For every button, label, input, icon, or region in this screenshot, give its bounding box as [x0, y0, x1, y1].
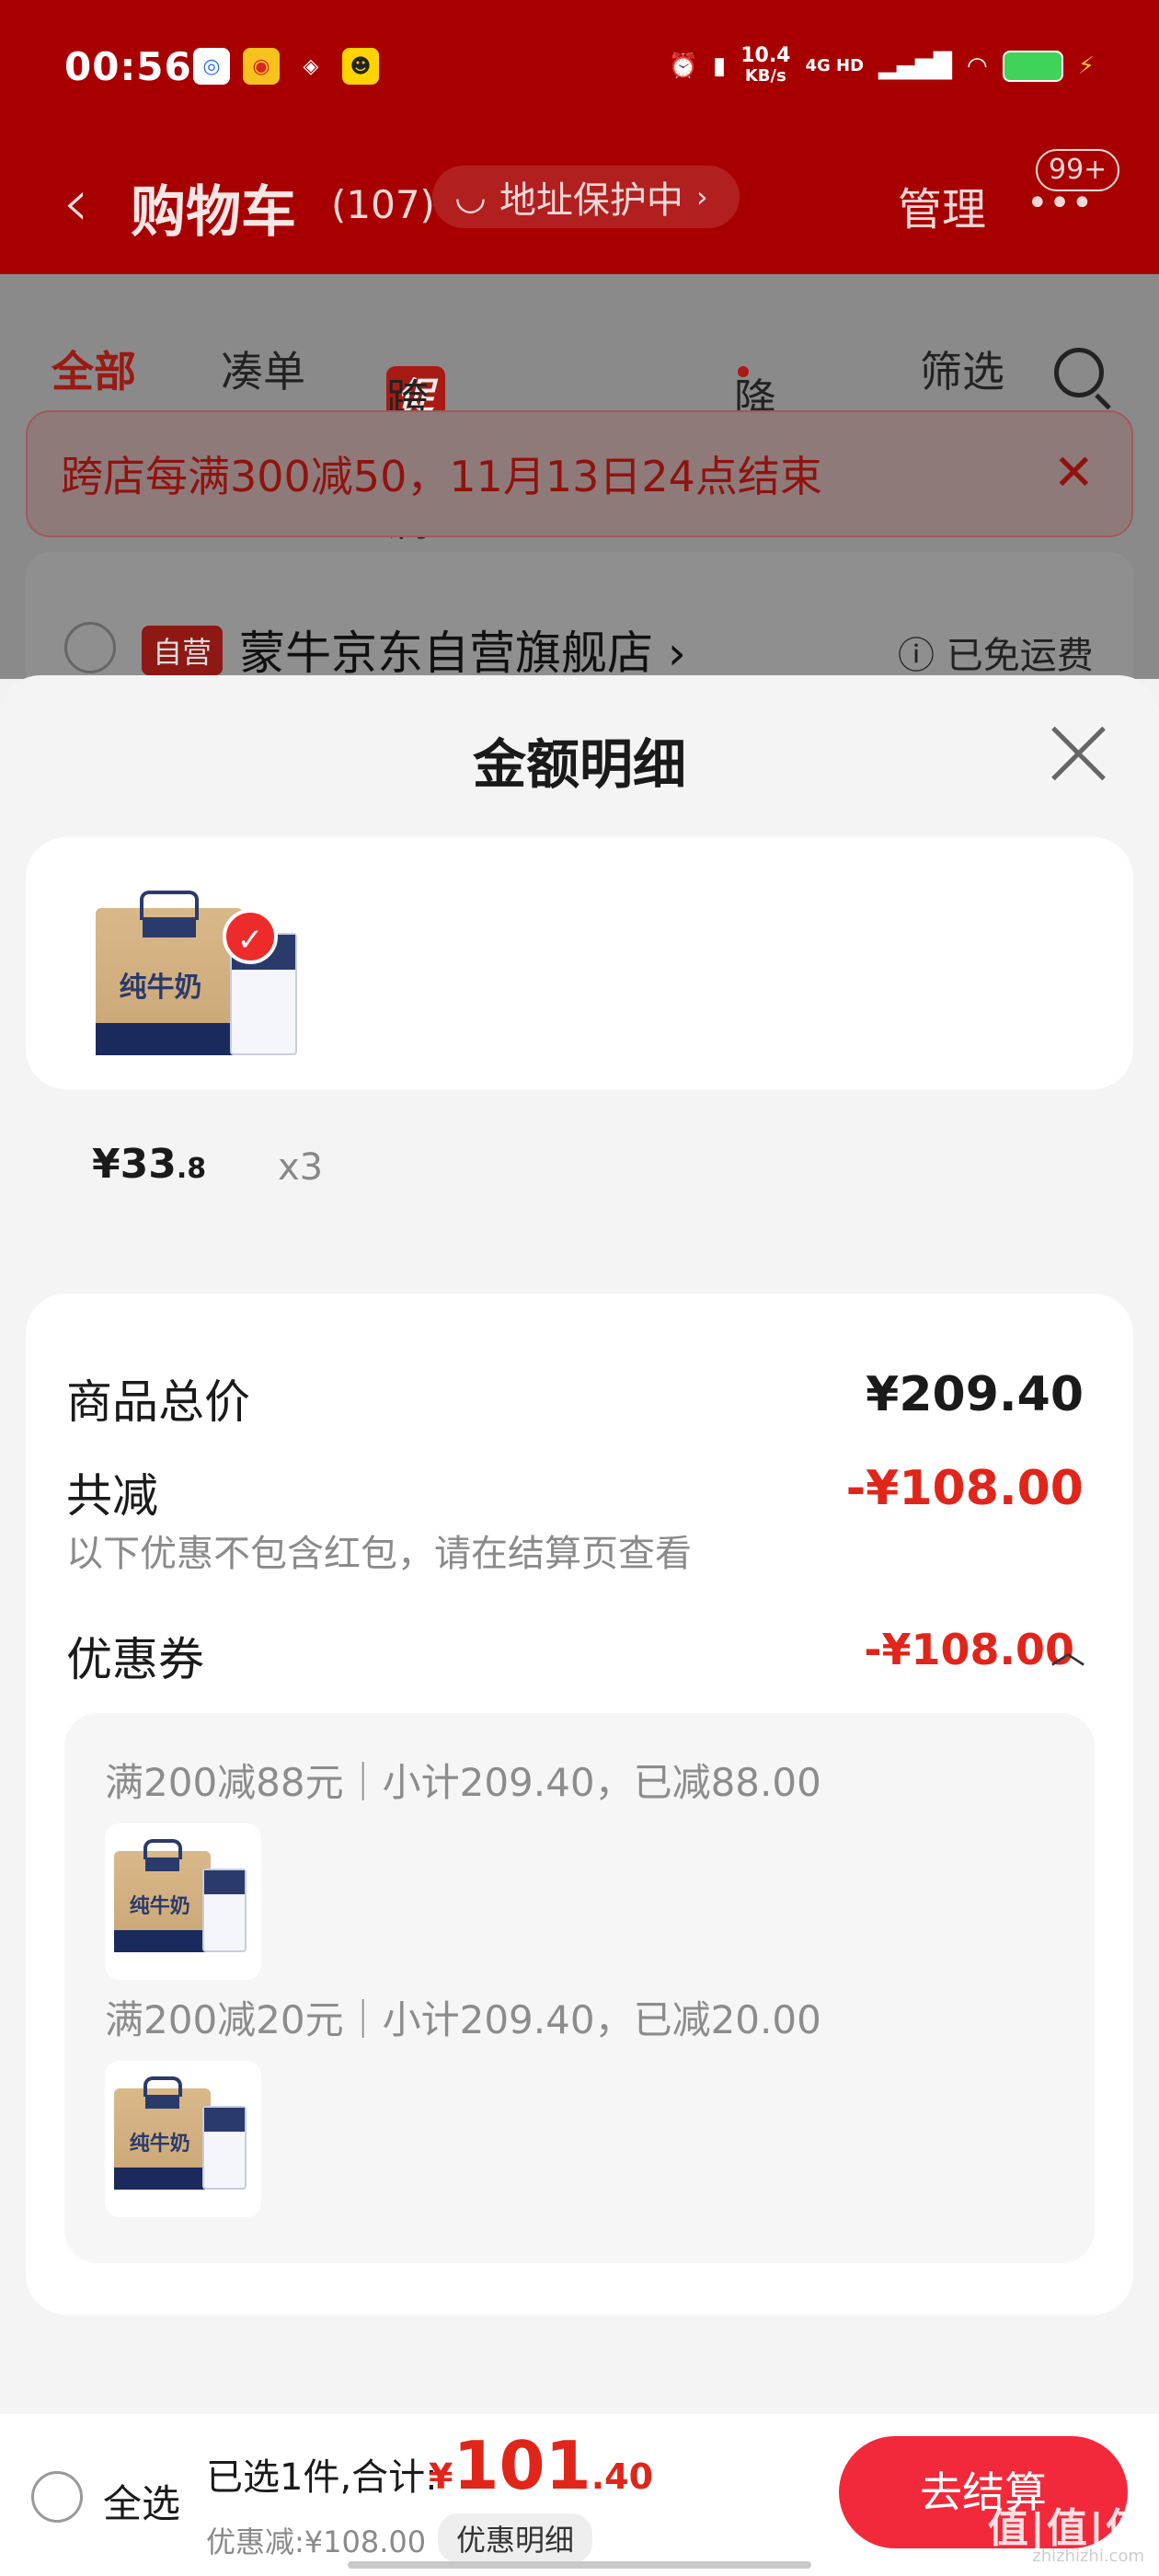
watermark-logo: 值|值|值 — [987, 2505, 1148, 2552]
cart-background-overlay[interactable]: 全部 凑单 促跨店满减 降价 筛选 跨店每满300减50，11月13日24点结束… — [0, 274, 1159, 736]
coupon-list: 满200减88元｜小计209.40，已减88.00 纯牛奶 满200减20元｜小… — [64, 1713, 1095, 2263]
coupon-value[interactable]: -¥108.00 — [864, 1625, 1074, 1674]
address-protection-label: 地址保护中 — [499, 179, 683, 222]
new-dot — [738, 366, 749, 377]
amount-detail-sheet: 金额明细 纯牛奶 ✓ ¥33.8 x3 商品总价 ¥209.40 共减 -¥10… — [0, 675, 1159, 2414]
manage-button[interactable]: 管理 — [898, 173, 986, 237]
product-image[interactable]: 纯牛奶 — [96, 891, 305, 1069]
weibo-icon: ◉ — [243, 48, 280, 85]
search-icon[interactable] — [1054, 348, 1104, 397]
item-price: ¥33.8 — [92, 1141, 207, 1188]
coupon-line: 满200减88元｜小计209.40，已减88.00 — [105, 1760, 821, 1805]
chevron-right-icon: › — [695, 179, 708, 214]
app-bar: ‹ 购物车 (107) ◡ 地址保护中 › 管理 • • • 99+ — [0, 138, 1159, 274]
select-all-radio[interactable] — [31, 2471, 83, 2523]
self-operated-tag: 自营 — [142, 626, 224, 675]
item-quantity: x3 — [278, 1146, 324, 1189]
status-time: 00:56 — [64, 44, 192, 89]
close-icon[interactable]: ✕ — [1053, 443, 1095, 501]
tab-filter[interactable]: 筛选 — [920, 339, 1004, 399]
close-icon[interactable] — [1049, 723, 1109, 784]
network-speed: 10.4 KB/s — [740, 44, 791, 86]
store-name[interactable]: 蒙牛京东自营旗舰店 › — [239, 616, 686, 683]
item-card: 纯牛奶 ✓ ¥33.8 x3 — [26, 837, 1133, 1189]
baidu-icon: ◎ — [193, 48, 230, 85]
meituan-icon: ☻ — [342, 48, 379, 85]
tab-all[interactable]: 全部 — [52, 339, 136, 399]
check-icon: ✓ — [223, 909, 278, 964]
chevron-up-icon[interactable]: ︿ — [1050, 1623, 1085, 1673]
charging-icon: ⚡ — [1077, 52, 1095, 80]
select-all-label[interactable]: 全选 — [103, 2473, 180, 2529]
wifi-icon: ◠ — [967, 52, 988, 80]
vibrate-icon: ▮ — [712, 52, 727, 80]
reduction-label: 共减 — [66, 1469, 158, 1523]
checkout-bar: 全选 已选1件,合计: ¥101.40 优惠减:¥108.00 优惠明细 去结算 — [0, 2414, 1159, 2576]
status-right: ⏰ ▮ 10.4 KB/s 4G HD ▂▄▆█ ◠ ⚡ — [669, 46, 1095, 86]
back-button[interactable]: ‹ — [63, 164, 89, 241]
cart-count: (107) — [331, 182, 435, 227]
promo-notice: 跨店每满300减50，11月13日24点结束 ✕ — [26, 410, 1133, 537]
coupon-line: 满200减20元｜小计209.40，已减20.00 — [105, 1997, 821, 2042]
store-select-radio[interactable] — [64, 622, 116, 673]
coupon-label: 优惠券 — [66, 1633, 204, 1686]
selected-summary: 已选1件,合计: — [206, 2456, 438, 2499]
status-bar: 00:56 ◎ ◉ ◈ ☻ ⏰ ▮ 10.4 KB/s 4G HD ▂▄▆█ ◠… — [0, 0, 1159, 138]
shipping-info[interactable]: ⓘ 已免运费 — [898, 626, 1094, 679]
goods-total-value: ¥209.40 — [866, 1367, 1084, 1422]
filter-tabs: 全部 凑单 促跨店满减 降价 筛选 — [0, 311, 1159, 606]
address-protection-pill[interactable]: ◡ 地址保护中 › — [432, 166, 740, 228]
home-indicator[interactable] — [348, 2561, 811, 2569]
battery-icon — [1002, 51, 1063, 82]
info-icon: ⓘ — [898, 635, 935, 677]
tiktok-icon: ◈ — [303, 54, 319, 78]
total-price: ¥101.40 — [429, 2427, 654, 2504]
sheet-title: 金额明细 — [472, 733, 686, 796]
watermark-url: zhizhizhi.com — [1032, 2547, 1144, 2566]
alarm-icon: ⏰ — [668, 52, 698, 80]
reduction-note: 以下优惠不包含红包，请在结算页查看 — [66, 1533, 692, 1575]
reduction-value: -¥108.00 — [845, 1461, 1084, 1516]
tab-bundle[interactable]: 凑单 — [221, 339, 305, 399]
signal-icon: ▂▄▆█ — [878, 52, 953, 80]
page-title: 购物车 — [131, 180, 296, 245]
status-app-icons: ◎ ◉ ◈ ☻ — [193, 48, 379, 85]
message-badge: 99+ — [1036, 149, 1120, 191]
discount-summary: 优惠减:¥108.00 — [206, 2524, 427, 2559]
eye-closed-icon: ◡ — [454, 176, 487, 218]
goods-total-label: 商品总价 — [66, 1375, 250, 1429]
coupon-product-thumb[interactable]: 纯牛奶 — [105, 2061, 261, 2217]
network-type: 4G HD — [805, 56, 865, 75]
coupon-product-thumb[interactable]: 纯牛奶 — [105, 1823, 261, 1980]
discount-detail-button[interactable]: 优惠明细 — [438, 2513, 593, 2563]
promo-notice-text: 跨店每满300减50，11月13日24点结束 — [61, 452, 822, 501]
